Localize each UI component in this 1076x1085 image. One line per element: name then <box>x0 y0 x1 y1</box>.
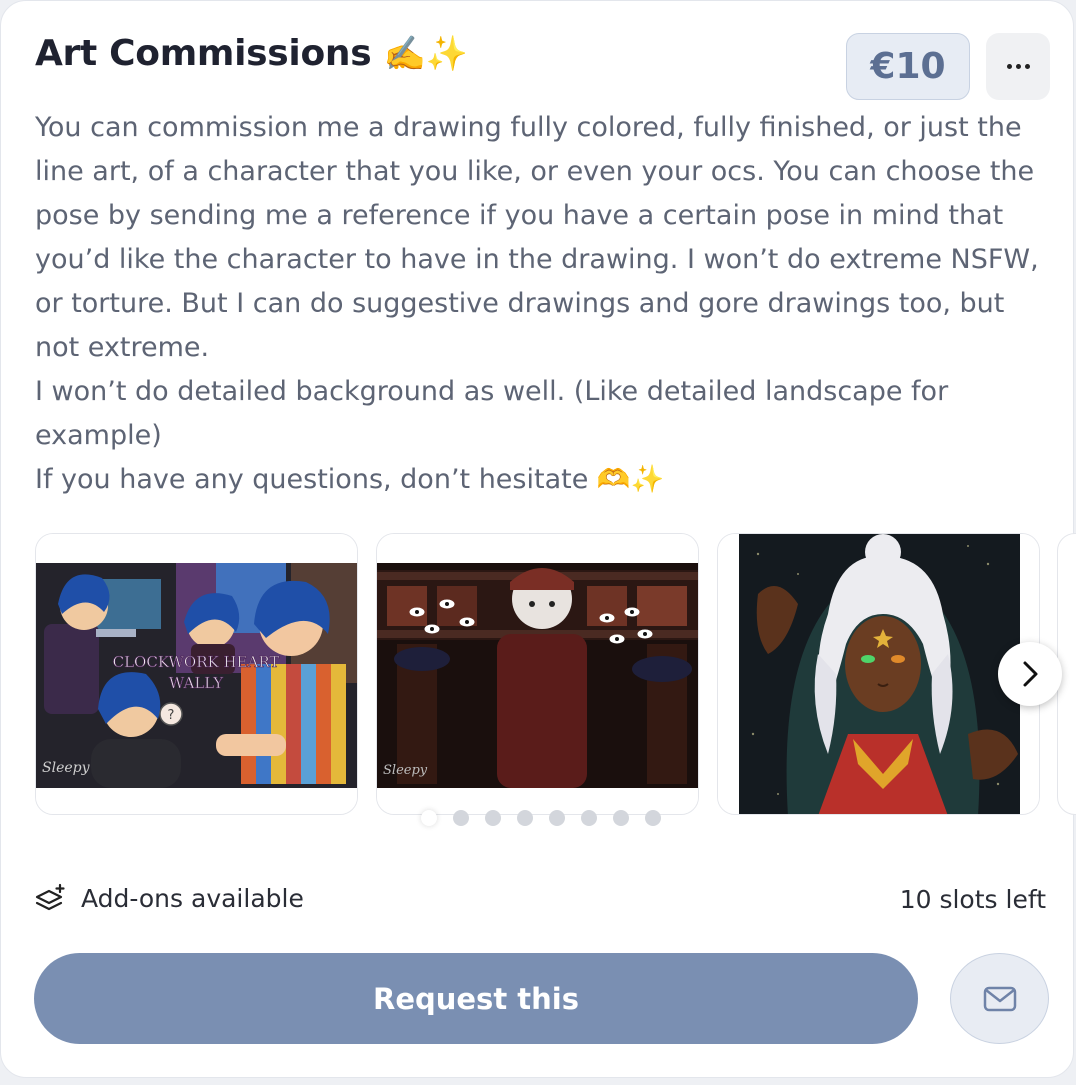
pagination-dot[interactable] <box>485 810 501 826</box>
pagination-dot[interactable] <box>453 810 469 826</box>
gallery-image-1[interactable]: ? CLOCKWORK HEART WALLY Sleepy <box>35 533 358 815</box>
listing-title-text: Art Commissions <box>35 33 372 74</box>
description-paragraph: You can commission me a drawing fully co… <box>35 112 1039 363</box>
pagination-dot[interactable] <box>581 810 597 826</box>
artwork-caption-line2: WALLY <box>169 674 224 692</box>
gallery-image-2[interactable]: Sleepy <box>376 533 699 815</box>
artwork-caption-line1: CLOCKWORK HEART <box>113 653 280 671</box>
request-button-label: Request this <box>372 981 579 1016</box>
chevron-right-icon <box>1023 661 1038 687</box>
listing-title: Art Commissions ✍️✨ <box>35 33 468 74</box>
addons-indicator: Add-ons available <box>35 883 304 913</box>
description-paragraph: I won’t do detailed background as well. … <box>35 376 949 451</box>
carousel-next-button[interactable] <box>998 642 1062 706</box>
artwork-white-haired-character <box>718 534 1039 814</box>
more-dot-icon <box>1024 64 1030 69</box>
more-dot-icon <box>1015 64 1021 69</box>
carousel-pagination <box>421 810 661 826</box>
description-paragraph: If you have any questions, don’t hesitat… <box>35 464 665 495</box>
pagination-dot[interactable] <box>613 810 629 826</box>
commission-card: Art Commissions ✍️✨ €10 You can commissi… <box>0 0 1076 1078</box>
pagination-dot[interactable] <box>645 810 661 826</box>
gallery-image-3[interactable] <box>717 533 1040 815</box>
artwork-masked-figure: Sleepy <box>377 534 698 814</box>
slots-remaining: 10 slots left <box>899 885 1046 914</box>
pagination-dot[interactable] <box>421 810 437 826</box>
price-label: €10 <box>870 46 946 87</box>
artwork-clockwork-heart-wally: ? CLOCKWORK HEART WALLY Sleepy <box>36 534 357 814</box>
request-button[interactable]: Request this <box>34 953 918 1044</box>
mail-icon <box>983 986 1016 1011</box>
pagination-dot[interactable] <box>549 810 565 826</box>
message-button[interactable] <box>950 953 1049 1044</box>
more-dot-icon <box>1006 64 1012 69</box>
price-badge: €10 <box>846 33 970 100</box>
svg-text:?: ? <box>168 708 175 723</box>
layers-plus-icon <box>35 883 65 911</box>
more-options-button[interactable] <box>986 33 1050 100</box>
pagination-dot[interactable] <box>517 810 533 826</box>
artist-signature: Sleepy <box>383 763 428 778</box>
image-carousel[interactable]: ? CLOCKWORK HEART WALLY Sleepy Sleepy <box>35 533 1076 815</box>
listing-description: You can commission me a drawing fully co… <box>35 106 1045 502</box>
artist-signature: Sleepy <box>42 760 91 776</box>
addons-label: Add-ons available <box>81 883 304 913</box>
writing-hand-sparkles-emoji: ✍️✨ <box>383 34 468 74</box>
